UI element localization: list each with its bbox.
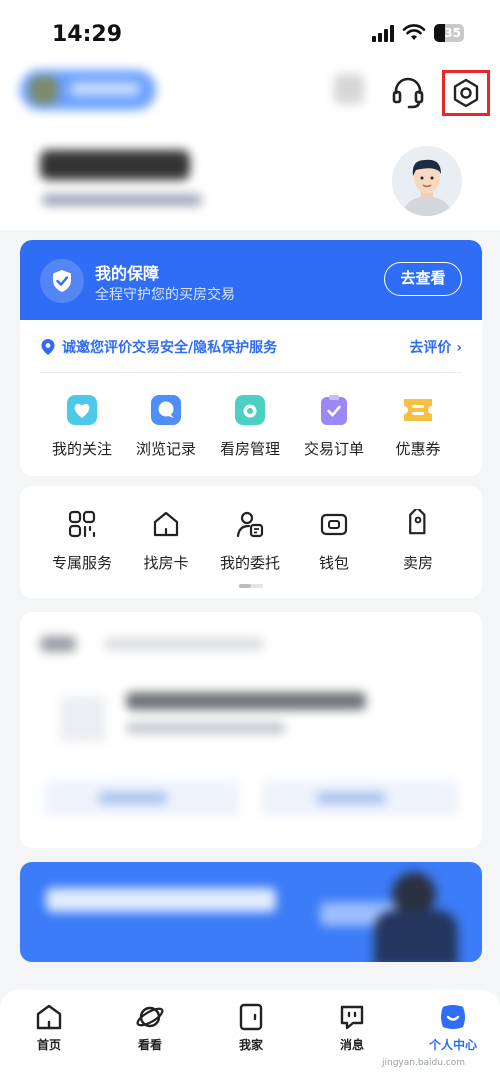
protection-subtitle: 全程守护您的买房交易 [95, 287, 235, 303]
shortcut-label: 浏览记录 [135, 440, 196, 458]
planet-icon [136, 1006, 164, 1028]
clipboard-check-icon [321, 395, 347, 425]
location-pin-icon [41, 339, 55, 355]
evaluation-text: 诚邀您评价交易安全/隐私保护服务 [62, 340, 278, 356]
watermark: jingyan.baidu.com [382, 1058, 466, 1068]
protection-banner[interactable]: 我的保障 全程守护您的买房交易 去查看 [20, 240, 482, 320]
headset-icon [392, 77, 424, 109]
service-label: 专属服务 [51, 554, 112, 572]
shortcut-viewings[interactable]: 看房管理 [208, 392, 292, 459]
shield-badge [40, 259, 84, 303]
services-card: 专属服务 找房卡 我的委托 钱包 卖房 [20, 486, 482, 598]
page-indicator [239, 584, 263, 588]
nav-label: 我家 [238, 1038, 263, 1052]
avatar-illustration-icon [392, 146, 462, 216]
nav-label: 看看 [137, 1038, 162, 1052]
service-house-card[interactable]: 找房卡 [124, 506, 208, 573]
nav-label: 个人中心 [428, 1038, 477, 1052]
protection-title: 我的保障 [95, 264, 160, 283]
chevron-right-icon: › [456, 340, 462, 356]
nav-label: 消息 [339, 1038, 364, 1052]
shortcut-orders[interactable]: 交易订单 [292, 392, 376, 459]
promo-banner[interactable] [20, 862, 482, 962]
cellular-signal-icon [372, 24, 394, 42]
camera-icon [235, 395, 265, 425]
message-icon [340, 1005, 364, 1030]
service-sell-house[interactable]: 卖房 [376, 506, 460, 573]
evaluate-link-label: 去评价 [409, 340, 452, 356]
shortcut-favorites[interactable]: 我的关注 [40, 392, 124, 459]
scan-button[interactable] [334, 74, 364, 104]
door-icon [239, 1003, 263, 1031]
status-time: 14:29 [52, 22, 123, 47]
nav-explore[interactable]: 看看 [120, 1002, 180, 1053]
protection-card: 我的保障 全程守护您的买房交易 去查看 诚邀您评价交易安全/隐私保护服务 去评价… [20, 240, 482, 476]
smile-face-icon [441, 1005, 465, 1029]
grid-service-icon [68, 510, 96, 538]
shortcut-coupons[interactable]: 优惠券 [376, 392, 460, 459]
status-icons: 35 [372, 24, 464, 42]
view-protection-button[interactable]: 去查看 [384, 262, 462, 296]
person-doc-icon [236, 511, 264, 538]
battery-indicator: 35 [434, 24, 464, 42]
price-tag-icon [409, 509, 426, 535]
shortcut-history[interactable]: 浏览记录 [124, 392, 208, 459]
customer-service-button[interactable] [388, 72, 428, 112]
nav-profile[interactable]: 个人中心 [423, 1002, 483, 1053]
chat-bubble-icon [151, 395, 181, 425]
nav-label: 首页 [36, 1038, 61, 1052]
nav-home[interactable]: 首页 [19, 1002, 79, 1053]
nav-messages[interactable]: 消息 [322, 1002, 382, 1053]
service-label: 我的委托 [219, 554, 280, 572]
user-subtitle [42, 194, 202, 206]
hexagon-settings-icon [453, 78, 479, 108]
house-card-icon [153, 511, 179, 537]
service-label: 卖房 [402, 554, 433, 572]
nav-my-home[interactable]: 我家 [221, 1002, 281, 1053]
evaluate-link[interactable]: 去评价 › [409, 337, 462, 357]
service-exclusive[interactable]: 专属服务 [40, 506, 124, 573]
service-wallet[interactable]: 钱包 [292, 506, 376, 573]
divider [40, 372, 462, 373]
evaluation-row[interactable]: 诚邀您评价交易安全/隐私保护服务 去评价 › [40, 334, 462, 360]
wifi-icon [402, 24, 426, 40]
status-bar: 14:29 35 [0, 0, 500, 68]
wallet-icon [320, 513, 348, 536]
heart-icon [67, 395, 97, 425]
recommendation-card[interactable] [20, 612, 482, 848]
settings-button[interactable] [442, 70, 490, 116]
shortcut-label: 看房管理 [219, 440, 280, 458]
shortcut-label: 优惠券 [395, 440, 441, 458]
service-label: 找房卡 [143, 554, 189, 572]
username [40, 150, 190, 180]
shield-check-icon [53, 270, 71, 292]
ticket-icon [404, 399, 432, 421]
shortcut-label: 交易订单 [303, 440, 364, 458]
service-grid: 专属服务 找房卡 我的委托 钱包 卖房 [20, 506, 482, 573]
service-label: 钱包 [318, 554, 349, 572]
battery-level: 35 [444, 26, 461, 40]
shortcut-label: 我的关注 [51, 440, 112, 458]
member-badge[interactable] [20, 70, 156, 110]
shortcut-grid: 我的关注 浏览记录 看房管理 交易订单 优惠券 [20, 392, 482, 459]
avatar[interactable] [392, 146, 462, 216]
home-icon [36, 1004, 62, 1030]
service-commission[interactable]: 我的委托 [208, 506, 292, 573]
